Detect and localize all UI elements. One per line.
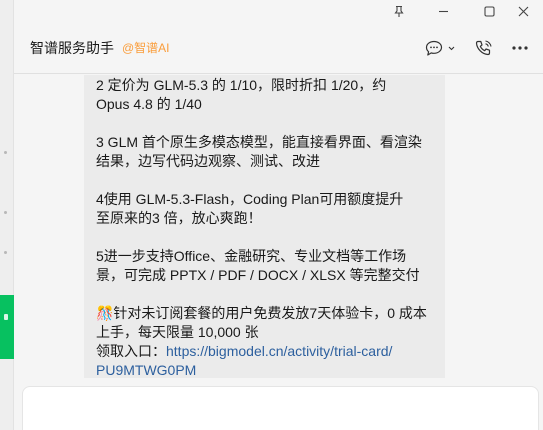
message-line: 🎊针对未订阅套餐的用户免费发放7天体验卡，0 成本 <box>96 305 427 321</box>
chat-options-button[interactable] <box>425 36 456 60</box>
message-line: 至原来的3 倍，放心爽跑！ <box>96 210 262 226</box>
message-paragraph: 3 GLM 首个原生多模态模型，能直接看界面、看渲染 结果，边写代码边观察、测试… <box>96 133 435 171</box>
message-line: 上手，每天限量 10,000 张 <box>96 324 259 340</box>
message-line: Opus 4.8 的 1/40 <box>96 96 202 112</box>
message-paragraph: 5进一步支持Office、金融研究、专业文档等工作场 景，可完成 PPTX / … <box>96 247 435 285</box>
phone-call-icon <box>475 40 492 56</box>
message-line: 4使用 GLM-5.3-Flash，Coding Plan可用额度提升 <box>96 191 404 207</box>
promo-paragraph: 🎊针对未订阅套餐的用户免费发放7天体验卡，0 成本 上手，每天限量 10,000… <box>96 304 435 378</box>
composer-area <box>14 378 543 430</box>
chat-bubble-icon <box>425 40 443 56</box>
message-list[interactable]: 2 定价为 GLM-5.3 的 1/10，限时折扣 1/20，约 Opus 4.… <box>14 75 543 378</box>
nav-indicator <box>2 247 10 259</box>
message-line: 景，可完成 PPTX / PDF / DOCX / XLSX 等完整交付 <box>96 267 420 283</box>
message-paragraph: 2 定价为 GLM-5.3 的 1/10，限时折扣 1/20，约 Opus 4.… <box>96 76 435 114</box>
mention-tag[interactable]: @智谱AI <box>122 40 170 56</box>
nav-active-item[interactable] <box>0 295 14 359</box>
message-line: 结果，边写代码边观察、测试、改进 <box>96 153 320 169</box>
message-paragraph: 4使用 GLM-5.3-Flash，Coding Plan可用额度提升 至原来的… <box>96 190 435 228</box>
chat-title[interactable]: 智谱服务助手 <box>30 39 114 57</box>
trial-card-link-continued[interactable]: PU9MTWG0PM <box>96 361 435 378</box>
minimize-button[interactable] <box>426 0 460 22</box>
message-line: 3 GLM 首个原生多模态模型，能直接看界面、看渲染 <box>96 134 422 150</box>
close-icon <box>518 6 528 16</box>
message-input[interactable] <box>22 386 539 430</box>
trial-card-link[interactable]: https://bigmodel.cn/activity/trial-card/ <box>166 343 392 359</box>
nav-indicator <box>2 207 10 219</box>
pin-icon <box>394 5 404 17</box>
more-button[interactable] <box>511 36 529 60</box>
message-bubble[interactable]: 2 定价为 GLM-5.3 的 1/10，限时折扣 1/20，约 Opus 4.… <box>84 75 445 378</box>
message-line: 2 定价为 GLM-5.3 的 1/10，限时折扣 1/20，约 <box>96 77 387 93</box>
maximize-icon <box>483 5 495 17</box>
call-button[interactable] <box>474 36 494 60</box>
window-titlebar <box>14 0 543 22</box>
nav-indicator <box>2 147 10 159</box>
link-prefix: 领取入口： <box>96 343 166 359</box>
chevron-down-icon <box>448 46 455 50</box>
chat-header: 智谱服务助手 @智谱AI <box>14 22 543 74</box>
trial-card-line: 领取入口：https://bigmodel.cn/activity/trial-… <box>96 342 435 361</box>
more-icon <box>512 46 528 50</box>
message-line: 5进一步支持Office、金融研究、专业文档等工作场 <box>96 248 407 264</box>
close-button[interactable] <box>506 0 540 22</box>
pin-button[interactable] <box>382 0 416 22</box>
maximize-button[interactable] <box>472 0 506 22</box>
minimize-icon <box>438 10 448 12</box>
side-nav-strip <box>0 0 14 430</box>
